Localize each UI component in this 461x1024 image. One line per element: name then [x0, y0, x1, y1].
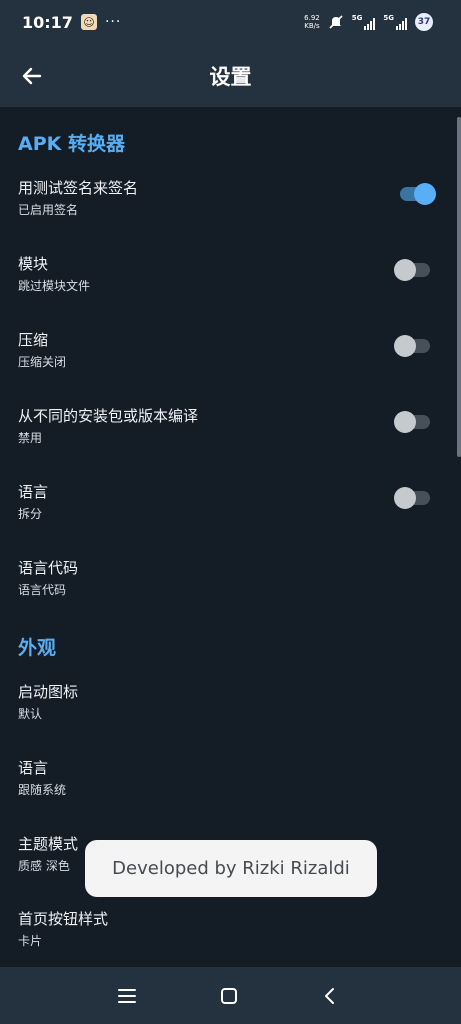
setting-title: 用测试签名来签名 [18, 179, 139, 197]
setting-sign-test-signature[interactable]: 用测试签名来签名 已启用签名 [0, 177, 456, 237]
toast-message: Developed by Rizki Rizaldi [85, 840, 377, 897]
build-different-toggle[interactable] [394, 410, 432, 434]
notification-avatar-icon: ☺ [80, 14, 97, 30]
setting-summary: 跟随系统 [18, 783, 67, 797]
setting-language-codes[interactable]: 语言代码 语言代码 [0, 557, 456, 617]
setting-summary: 质感 深色 [18, 859, 70, 873]
network-speed-unit: KB/s [304, 22, 320, 30]
setting-language-split[interactable]: 语言 拆分 [0, 481, 456, 541]
setting-summary: 拆分 [18, 507, 43, 521]
settings-list[interactable]: APK 转换器 用测试签名来签名 已启用签名 模块 跳过模块文件 压缩 压缩关闭… [0, 107, 461, 967]
system-nav-bar [0, 967, 461, 1024]
sim1-label: 5G [351, 14, 363, 22]
back-button[interactable] [14, 58, 50, 94]
home-button[interactable] [211, 979, 247, 1013]
network-speed-value: 6.92 [304, 14, 320, 22]
sign-toggle[interactable] [398, 182, 436, 206]
setting-title: 首页按钮样式 [18, 910, 109, 928]
battery-icon: 37 [415, 13, 433, 31]
setting-summary: 压缩关闭 [18, 355, 67, 369]
setting-summary: 已启用签名 [18, 203, 79, 217]
setting-build-from-different[interactable]: 从不同的安装包或版本编译 禁用 [0, 405, 456, 465]
setting-compression[interactable]: 压缩 压缩关闭 [0, 329, 456, 389]
setting-summary: 跳过模块文件 [18, 279, 91, 293]
setting-summary: 禁用 [18, 431, 43, 445]
setting-title: 语言 [18, 483, 49, 501]
chevron-left-icon [325, 988, 334, 1004]
setting-title: 压缩 [18, 331, 49, 349]
setting-app-language[interactable]: 语言 跟随系统 [0, 757, 456, 817]
compression-toggle[interactable] [394, 334, 432, 358]
setting-title: 从不同的安装包或版本编译 [18, 407, 199, 425]
nav-back-button[interactable] [312, 979, 348, 1013]
menu-icon [118, 989, 136, 1003]
recents-button[interactable] [109, 979, 145, 1013]
setting-summary: 默认 [18, 707, 43, 721]
setting-title: 模块 [18, 255, 49, 273]
setting-title: 语言代码 [18, 559, 79, 577]
sim2-label: 5G [383, 14, 394, 22]
setting-title: 启动图标 [18, 683, 79, 701]
modules-toggle[interactable] [394, 258, 432, 282]
section-header-apk-converter: APK 转换器 [18, 133, 125, 155]
status-bar: 10:17 ☺ ··· 6.92 KB/s 5G 5G 37 [0, 0, 461, 44]
more-notifications-icon: ··· [104, 14, 122, 30]
home-icon [221, 988, 237, 1004]
sim2-signal-icon: 5G [383, 14, 407, 30]
network-speed: 6.92 KB/s [304, 14, 320, 30]
setting-launcher-icon[interactable]: 启动图标 默认 [0, 681, 456, 741]
setting-home-button-style[interactable]: 首页按钮样式 卡片 [0, 908, 456, 967]
sim1-signal-icon: 5G [352, 14, 376, 30]
scrollbar[interactable] [457, 117, 461, 457]
setting-summary: 语言代码 [18, 583, 67, 597]
setting-title: 语言 [18, 759, 49, 777]
setting-title: 主题模式 [18, 835, 79, 853]
mute-icon [329, 15, 343, 29]
section-header-appearance: 外观 [18, 637, 57, 659]
status-time: 10:17 [22, 12, 73, 32]
status-icons: 6.92 KB/s 5G 5G 37 [304, 0, 433, 44]
setting-summary: 卡片 [18, 934, 43, 948]
language-split-toggle[interactable] [394, 486, 432, 510]
arrow-left-icon [22, 67, 42, 85]
app-bar: 设置 [0, 44, 461, 107]
setting-modules[interactable]: 模块 跳过模块文件 [0, 253, 456, 313]
page-title: 设置 [209, 64, 252, 89]
